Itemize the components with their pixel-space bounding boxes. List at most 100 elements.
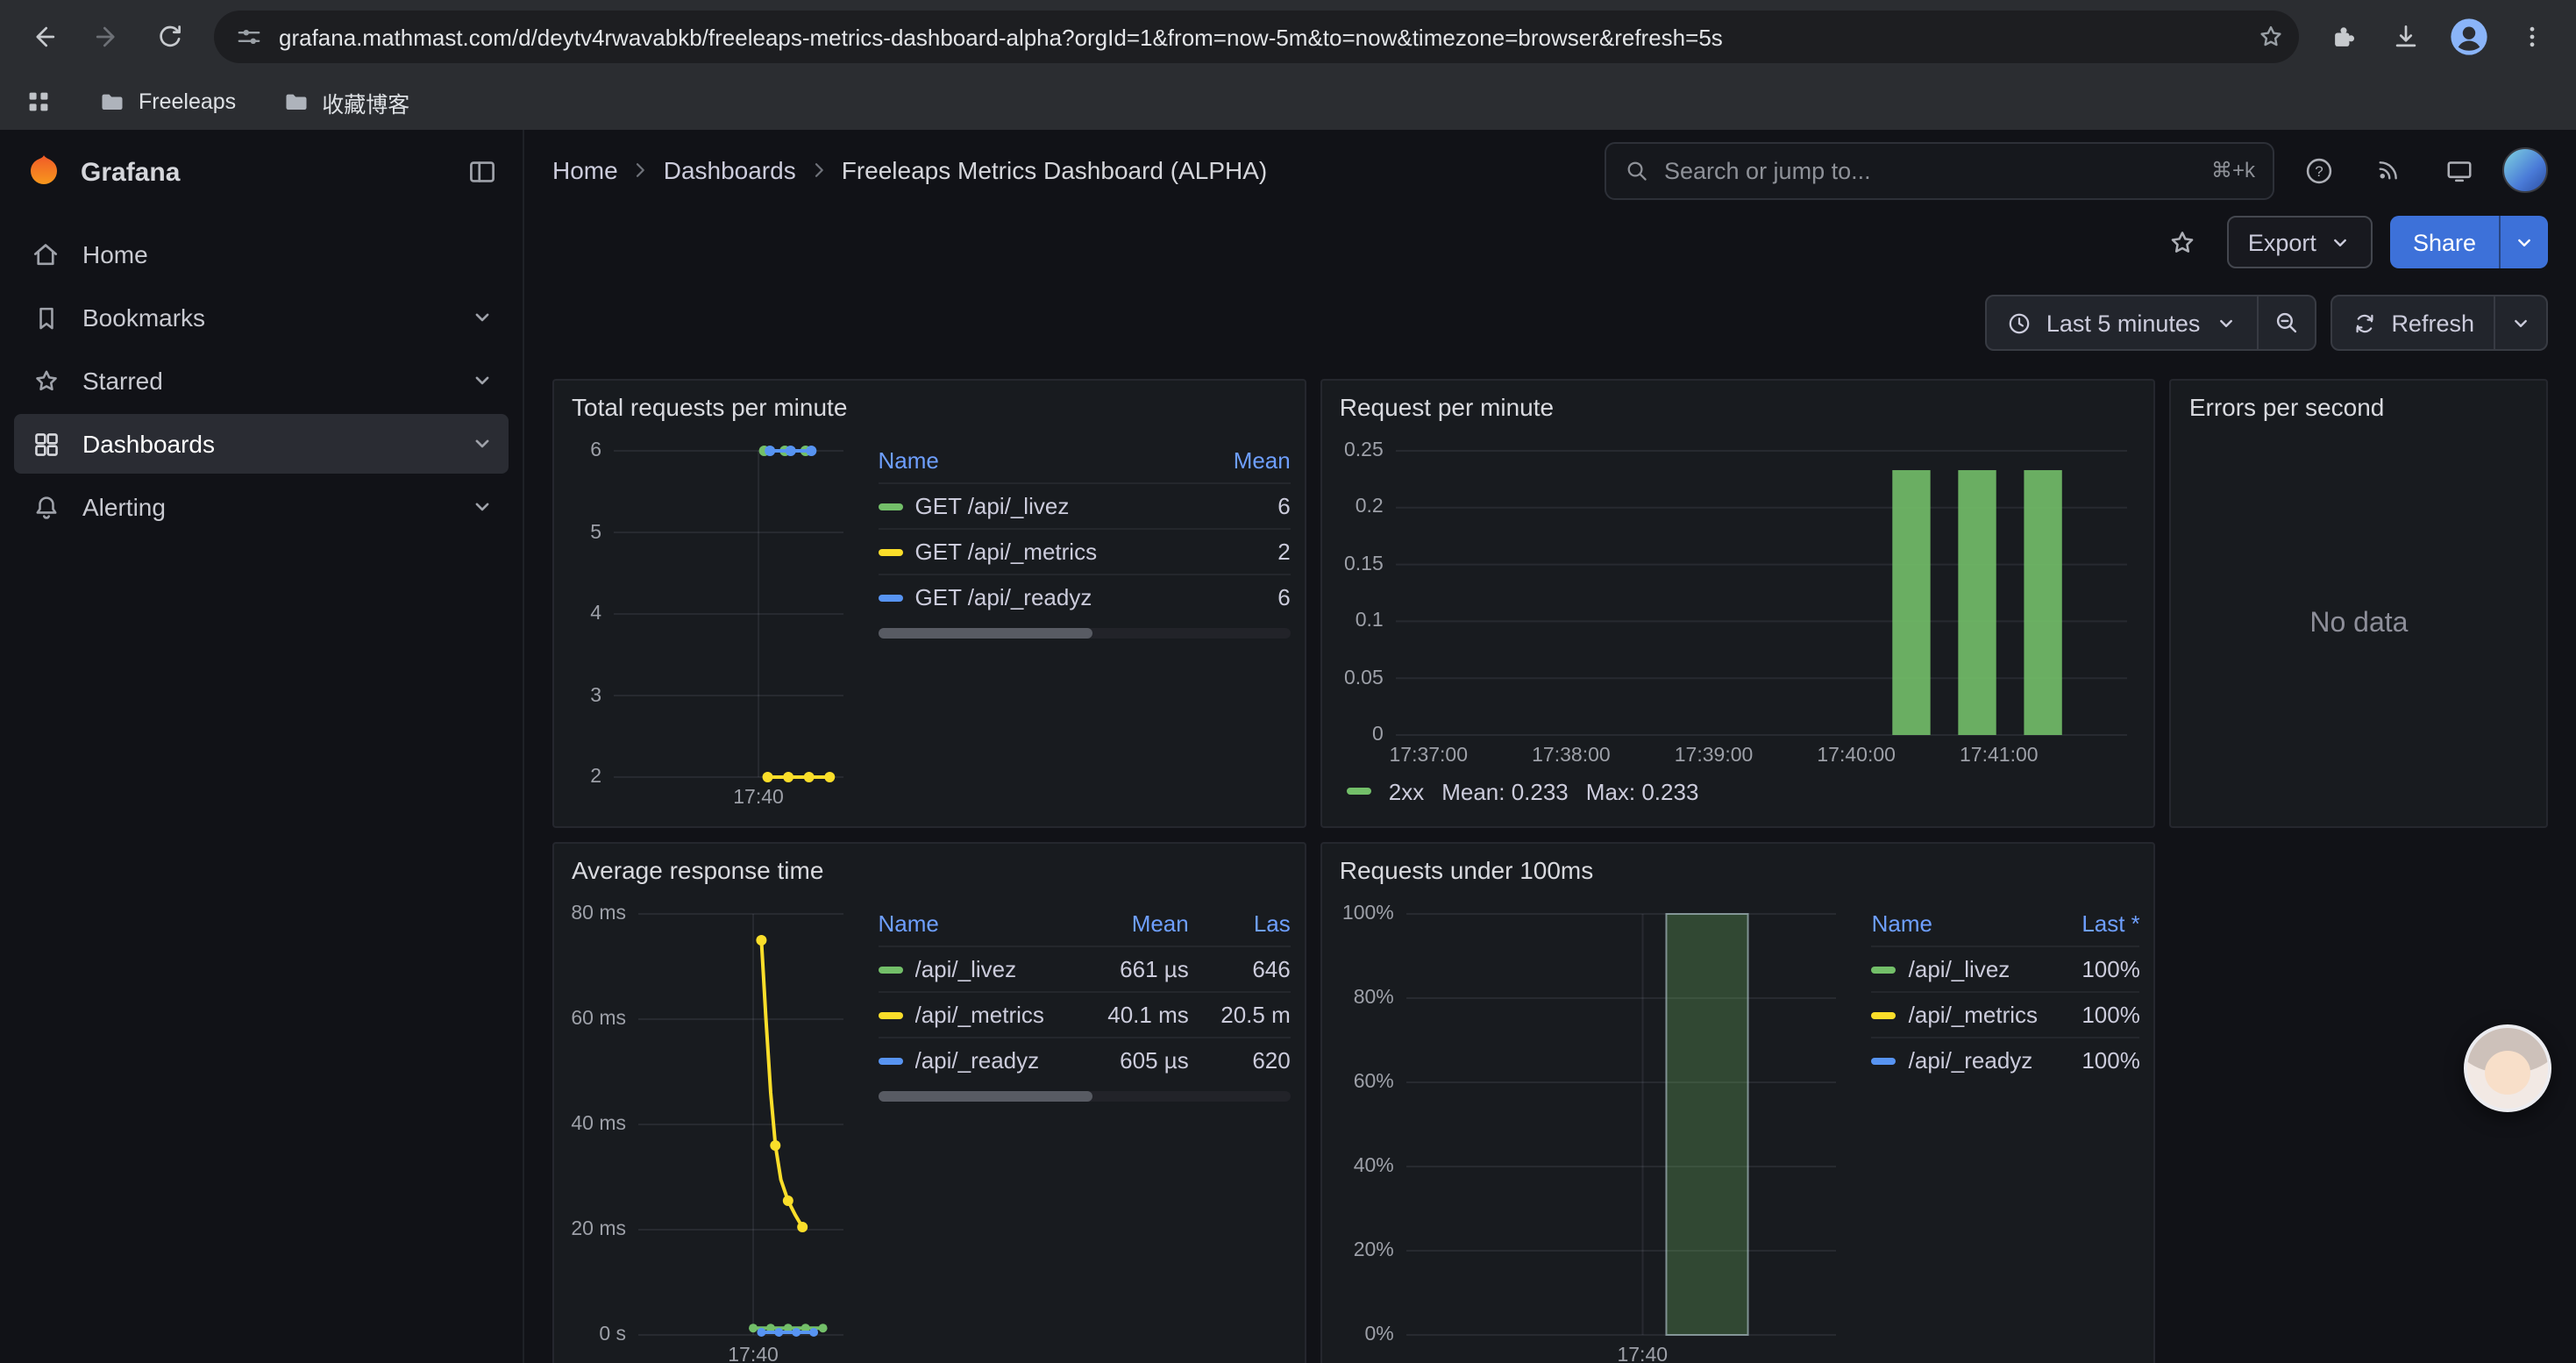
help-icon[interactable]: ? bbox=[2292, 146, 2345, 195]
favorite-star-icon[interactable] bbox=[2157, 218, 2210, 267]
scrollbar-thumb[interactable] bbox=[879, 628, 1093, 639]
barchart[interactable]: 0.250.20.150.10.05017:37:0017:38:0017:39… bbox=[1336, 437, 2140, 770]
panel-title[interactable]: Total requests per minute bbox=[554, 381, 1305, 433]
legend-table: NameMeanLas/api/_livez661 µs646/api/_met… bbox=[879, 900, 1291, 1082]
barchart[interactable]: 100%80%60%40%20%0%17:40 bbox=[1336, 900, 1851, 1363]
reload-button[interactable] bbox=[140, 7, 200, 67]
share-dropdown-icon[interactable] bbox=[2499, 216, 2548, 268]
news-rss-icon[interactable] bbox=[2362, 146, 2415, 195]
panel-title[interactable]: Average response time bbox=[554, 844, 1305, 896]
apps-grid-icon[interactable] bbox=[25, 88, 53, 116]
extensions-icon[interactable] bbox=[2313, 7, 2373, 67]
series-value: 100% bbox=[2039, 956, 2140, 982]
chevron-down-icon[interactable] bbox=[470, 305, 495, 330]
bar[interactable] bbox=[1666, 914, 1747, 1335]
profile-avatar[interactable] bbox=[2439, 7, 2499, 67]
kiosk-monitor-icon[interactable] bbox=[2432, 146, 2485, 195]
legend-column-header[interactable]: Name bbox=[1872, 910, 2039, 936]
forward-button[interactable] bbox=[77, 7, 137, 67]
series-name[interactable]: /api/_readyz bbox=[1872, 1047, 2039, 1074]
bar[interactable] bbox=[1958, 470, 1996, 735]
legend-row: GET /api/_livez6 bbox=[879, 482, 1291, 528]
bookmark-folder-blogs[interactable]: 收藏博客 bbox=[281, 85, 409, 118]
legend-scrollbar[interactable] bbox=[879, 628, 1291, 639]
series-name-label: GET /api/_metrics bbox=[915, 539, 1098, 565]
timeseries-chart[interactable]: 80 ms60 ms40 ms20 ms0 s17:40 bbox=[568, 900, 857, 1363]
sidebar-item-bookmarks[interactable]: Bookmarks bbox=[14, 288, 509, 347]
sidebar-item-home[interactable]: Home bbox=[14, 225, 509, 284]
share-button[interactable]: Share bbox=[2390, 216, 2499, 268]
chevron-down-icon[interactable] bbox=[470, 495, 495, 519]
y-axis-tick-label: 40 ms bbox=[568, 1112, 626, 1137]
sidebar-item-alerting[interactable]: Alerting bbox=[14, 477, 509, 537]
grafana-logo[interactable] bbox=[25, 153, 63, 191]
series-name-label: /api/_livez bbox=[1909, 956, 2010, 982]
series-name[interactable]: /api/_metrics bbox=[879, 1002, 1087, 1028]
search-box[interactable]: ⌘+k bbox=[1605, 141, 2274, 199]
series-name[interactable]: /api/_metrics bbox=[1872, 1002, 2039, 1028]
chart-canvas[interactable] bbox=[568, 437, 857, 812]
refresh-button[interactable]: Refresh bbox=[2330, 295, 2495, 351]
browser-menu-icon[interactable] bbox=[2502, 7, 2562, 67]
time-range-picker[interactable]: Last 5 minutes bbox=[1985, 295, 2259, 351]
series-name[interactable]: GET /api/_readyz bbox=[879, 584, 1189, 610]
x-axis-tick-label: 17:39:00 bbox=[1675, 744, 1754, 768]
sidebar-item-dashboards[interactable]: Dashboards bbox=[14, 414, 509, 474]
chart-canvas[interactable] bbox=[1336, 437, 2141, 770]
panel-title[interactable]: Errors per second bbox=[2172, 381, 2546, 433]
legend-column-header[interactable]: Name bbox=[879, 446, 1189, 473]
series-point bbox=[806, 446, 816, 456]
series-name[interactable]: /api/_readyz bbox=[879, 1047, 1087, 1074]
breadcrumb-dashboards[interactable]: Dashboards bbox=[664, 156, 796, 184]
chart-canvas[interactable] bbox=[1336, 900, 1850, 1363]
chevron-down-icon[interactable] bbox=[470, 432, 495, 456]
dock-menu-icon[interactable] bbox=[466, 156, 498, 188]
panel-title[interactable]: Request per minute bbox=[1322, 381, 2154, 433]
bar[interactable] bbox=[2024, 470, 2061, 735]
site-info-icon[interactable] bbox=[235, 23, 263, 51]
legend-zone: NameLast */api/_livez100%/api/_metrics10… bbox=[1851, 900, 2140, 1363]
refresh-interval-dropdown[interactable] bbox=[2495, 295, 2548, 351]
series-name[interactable]: /api/_livez bbox=[879, 956, 1087, 982]
legend-scrollbar[interactable] bbox=[879, 1091, 1291, 1102]
zoom-out-icon[interactable] bbox=[2258, 295, 2316, 351]
user-avatar[interactable] bbox=[2502, 147, 2548, 193]
dashboard-grid: Total requests per minute 6543217:40 Nam… bbox=[524, 351, 2576, 1363]
bar[interactable] bbox=[1892, 470, 1930, 735]
panel-title[interactable]: Requests under 100ms bbox=[1322, 844, 2154, 896]
panel-requests-under-100ms: Requests under 100ms 100%80%60%40%20%0%1… bbox=[1320, 842, 2156, 1363]
address-bar[interactable] bbox=[214, 11, 2299, 63]
panel-errors-per-second: Errors per second No data bbox=[2170, 379, 2548, 828]
star-icon bbox=[28, 366, 63, 396]
dashboard-actions-bar: Export Share bbox=[524, 211, 2576, 274]
assistant-avatar[interactable] bbox=[2464, 1024, 2551, 1112]
legend-column-header[interactable]: Las bbox=[1189, 910, 1291, 936]
series-point bbox=[824, 772, 835, 782]
legend-row: GET /api/_readyz6 bbox=[879, 574, 1291, 619]
export-button[interactable]: Export bbox=[2227, 216, 2373, 268]
scrollbar-thumb[interactable] bbox=[879, 1091, 1093, 1102]
downloads-icon[interactable] bbox=[2376, 7, 2436, 67]
bookmark-folder-freeleaps[interactable]: Freeleaps bbox=[98, 88, 236, 116]
chevron-right-icon bbox=[630, 160, 651, 181]
breadcrumb-home[interactable]: Home bbox=[552, 156, 618, 184]
legend-column-header[interactable]: Name bbox=[879, 910, 1087, 936]
series-name[interactable]: GET /api/_livez bbox=[879, 493, 1189, 519]
series-name-label: /api/_livez bbox=[915, 956, 1017, 982]
series-name[interactable]: 2xx bbox=[1389, 778, 1424, 804]
series-name[interactable]: /api/_livez bbox=[1872, 956, 2039, 982]
y-axis-tick-label: 0 bbox=[1336, 723, 1384, 747]
legend-column-header[interactable]: Last * bbox=[2039, 910, 2140, 936]
search-input[interactable] bbox=[1664, 157, 2197, 183]
timeseries-chart[interactable]: 6543217:40 bbox=[568, 437, 857, 812]
sidebar-item-starred[interactable]: Starred bbox=[14, 351, 509, 410]
series-name[interactable]: GET /api/_metrics bbox=[879, 539, 1189, 565]
legend-column-header[interactable]: Mean bbox=[1189, 446, 1291, 473]
bookmark-star-icon[interactable] bbox=[2257, 23, 2285, 51]
legend-column-header[interactable]: Mean bbox=[1087, 910, 1189, 936]
back-button[interactable] bbox=[14, 7, 74, 67]
chevron-down-icon[interactable] bbox=[470, 368, 495, 393]
url-input[interactable] bbox=[279, 24, 2241, 50]
x-axis-tick-label: 17:40 bbox=[728, 1344, 779, 1363]
share-button-group: Share bbox=[2390, 216, 2548, 268]
